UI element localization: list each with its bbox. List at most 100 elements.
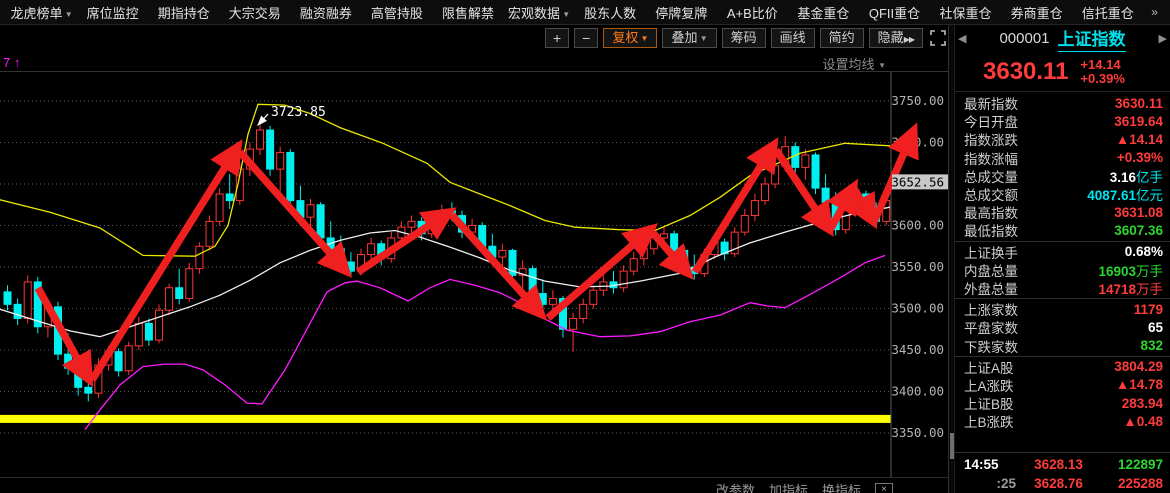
price-change: +14.14 [1080, 58, 1124, 72]
quote-label: 总成交量 [964, 166, 1018, 186]
chevron-down-icon: ▼ [62, 10, 72, 19]
prev-stock-icon[interactable]: ◀ [958, 32, 966, 45]
menu-item[interactable]: A+B比价 [717, 3, 788, 22]
panel-scrollbar[interactable] [949, 25, 955, 493]
quote-value: 283.94 [1122, 396, 1163, 411]
quote-row: 外盘总量 14718万手 [955, 279, 1170, 297]
zoom-in-button[interactable]: + [545, 28, 569, 48]
chart-legend-row: 7 ↑ 设置均线 ▼ [0, 52, 948, 72]
quote-row: 上A涨跌 ▲14.78 [955, 376, 1170, 394]
axis-tick-label: 3700.00 [891, 135, 944, 150]
menu-item[interactable]: 限售解禁 [432, 3, 503, 22]
price-change-percent: +0.39% [1080, 72, 1124, 86]
axis-tick-label: 3550.00 [891, 259, 944, 274]
stock-name[interactable]: 上证指数 [1058, 25, 1126, 52]
quote-value: 3.16亿手 [1110, 166, 1163, 186]
plot-svg[interactable]: 3750.003700.003650.003600.003550.003500.… [0, 72, 948, 477]
axis-tick-label: 3350.00 [891, 425, 944, 440]
quote-value: 0.68% [1125, 244, 1163, 259]
toolbar-button[interactable]: 叠加 ▼ [662, 28, 716, 48]
trend-arrow [548, 230, 650, 318]
quote-row: 上证B股 283.94 [955, 394, 1170, 412]
trend-arrow [452, 215, 540, 313]
menu-item[interactable]: 券商重仓 [1001, 3, 1072, 22]
quote-row: 总成交量 3.16亿手 [955, 167, 1170, 185]
quote-label: 总成交额 [964, 184, 1018, 204]
quote-row: 上涨家数1179 [955, 300, 1170, 318]
menu-item[interactable]: 大宗交易 [219, 3, 290, 22]
quote-row: 今日开盘3619.64 [955, 112, 1170, 130]
quote-label: 平盘家数 [964, 317, 1018, 337]
boll-upper-line [0, 104, 890, 256]
fast-forward-icon: ▶▶ [904, 35, 914, 44]
menu-item[interactable]: 停牌复牌 [646, 3, 717, 22]
axis-tick-label: 3500.00 [891, 301, 944, 316]
scrollbar-thumb[interactable] [950, 433, 954, 459]
quote-label: 最新指数 [964, 93, 1018, 113]
menu-item[interactable]: 信托重仓 [1072, 3, 1143, 22]
quote-row: 总成交额 4087.61亿元 [955, 185, 1170, 203]
zoom-out-button[interactable]: − [574, 28, 598, 48]
quote-row: 上证换手 0.68% [955, 243, 1170, 261]
quote-label: 今日开盘 [964, 111, 1018, 131]
chart-action-link[interactable]: 加指标 [769, 480, 808, 493]
quote-value: +0.39% [1117, 150, 1163, 165]
candlestick-plot[interactable]: 3750.003700.003650.003600.003550.003500.… [0, 72, 948, 482]
quote-value: 3631.08 [1114, 205, 1163, 220]
menu-item[interactable]: 股东人数 [575, 3, 646, 22]
menu-item[interactable]: 高管持股 [361, 3, 432, 22]
quote-label: 上证B股 [964, 393, 1014, 413]
close-indicator-button[interactable]: × [875, 483, 893, 493]
menu-item[interactable]: 宏观数据 ▼ [504, 3, 575, 22]
quote-label: 外盘总量 [964, 278, 1018, 298]
menu-item[interactable]: QFII重仓 [859, 3, 930, 22]
boll-lower-line [85, 255, 885, 429]
high-annotation: 3723.85 [271, 105, 326, 120]
quote-value: 832 [1140, 338, 1163, 353]
quote-row: 最低指数3607.36 [955, 221, 1170, 239]
next-stock-icon[interactable]: ▶ [1159, 32, 1167, 45]
toolbar-button[interactable]: 画线 [771, 28, 815, 48]
chart-action-link[interactable]: 换指标 [822, 480, 861, 493]
menu-item[interactable]: 社保重仓 [930, 3, 1001, 22]
toolbar-button[interactable]: 简约 [820, 28, 864, 48]
quote-value: 3607.36 [1114, 223, 1163, 238]
toolbar-button[interactable]: 复权 ▼ [603, 28, 657, 48]
ma-settings-button[interactable]: 设置均线 ▼ [822, 54, 886, 73]
stock-code: 000001 [999, 30, 1049, 47]
support-band [0, 415, 891, 423]
menu-more-button[interactable]: » [1143, 5, 1164, 19]
quote-row: 上证A股3804.29 [955, 358, 1170, 376]
axis-tick-label: 3450.00 [891, 342, 944, 357]
quote-rows: 最新指数3630.11今日开盘3619.64指数涨跌▲14.14指数涨幅+0.3… [955, 92, 1170, 452]
quote-value: 4087.61亿元 [1087, 184, 1163, 204]
chevron-down-icon: ▼ [560, 10, 570, 19]
quote-row: 指数涨跌▲14.14 [955, 130, 1170, 148]
quote-label: 上涨家数 [964, 299, 1018, 319]
quote-label: 上A涨跌 [964, 375, 1014, 395]
quote-row: 指数涨幅+0.39% [955, 149, 1170, 167]
boll-legend: 7 ↑ [3, 55, 20, 70]
menu-item[interactable]: 基金重仓 [788, 3, 859, 22]
quote-value: ▲14.78 [1116, 377, 1163, 392]
quote-label: 下跌家数 [964, 336, 1018, 356]
fullscreen-icon[interactable] [930, 30, 946, 46]
chart-region: +−复权 ▼叠加 ▼ 筹码画线简约隐藏▶▶ 7 ↑ 设置均线 ▼ 3750.003… [0, 25, 948, 493]
menu-item[interactable]: 期指持仓 [148, 3, 219, 22]
quote-label: 上证换手 [964, 242, 1018, 262]
toolbar-button[interactable]: 筹码 [722, 28, 766, 48]
quote-row: 平盘家数65 [955, 318, 1170, 336]
toolbar-button[interactable]: 隐藏▶▶ [869, 28, 923, 48]
quote-row: 最新指数3630.11 [955, 94, 1170, 112]
chevron-down-icon: ▼ [697, 34, 707, 43]
menu-item[interactable]: 龙虎榜单 ▼ [6, 3, 77, 22]
last-price: 3630.11 [983, 58, 1068, 86]
quote-row: 上B涨跌▲0.48 [955, 412, 1170, 430]
quote-value: 14718万手 [1098, 278, 1163, 298]
menu-item[interactable]: 融资融券 [290, 3, 361, 22]
tick-trade-row: :253628.76225288 [955, 474, 1170, 493]
chart-action-link[interactable]: 改参数 [716, 480, 755, 493]
menu-item[interactable]: 席位监控 [77, 3, 148, 22]
quote-value: ▲0.48 [1123, 414, 1163, 429]
price-block: 3630.11 +14.14 +0.39% [955, 52, 1170, 92]
